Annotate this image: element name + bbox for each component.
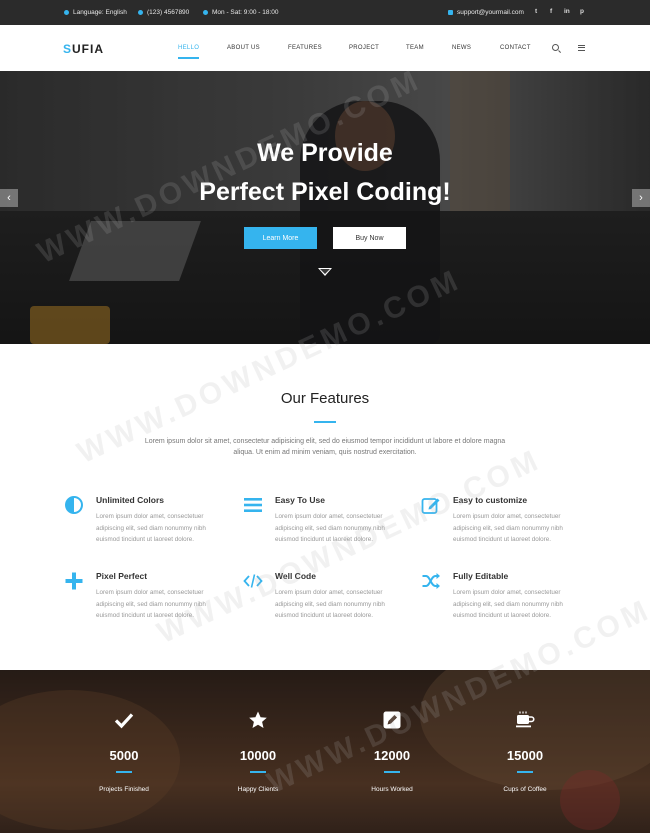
- search-icon[interactable]: [552, 44, 559, 51]
- plus-icon: [65, 572, 83, 590]
- nav-item-hello[interactable]: HELLO: [178, 45, 199, 51]
- counter-value: 5000: [109, 748, 139, 763]
- features-intro: Lorem ipsum dolor sit amet, consectetur …: [144, 438, 506, 456]
- feature-title: Easy to customize: [453, 495, 528, 505]
- nav-item-contact[interactable]: CONTACT: [500, 45, 531, 51]
- feature-pixel-perfect: Pixel Perfect Lorem ipsum dolor amet, co…: [64, 571, 224, 631]
- counter-label: Cups of Coffee: [503, 786, 547, 793]
- language-selector[interactable]: Language: English: [64, 9, 127, 16]
- facebook-icon[interactable]: f: [550, 8, 552, 15]
- language-label: Language: English: [73, 9, 127, 16]
- counter-projects-finished: 5000 Projects Finished: [64, 670, 184, 833]
- features-title: Our Features: [280, 390, 370, 407]
- counter-underline: [517, 771, 533, 773]
- hero-slider: We Provide Perfect Pixel Coding! Learn M…: [0, 71, 650, 344]
- nav-item-features[interactable]: FEATURES: [288, 45, 322, 51]
- feature-description: Lorem ipsum dolor amet, consectetuer adi…: [453, 589, 563, 619]
- counter-value: 15000: [506, 748, 544, 763]
- hamburger-menu-icon[interactable]: [578, 45, 585, 51]
- menu-lines-icon: [244, 498, 262, 512]
- top-bar: Language: English (123) 4567890 Mon - Sa…: [0, 0, 650, 25]
- hours-info: Mon - Sat: 9:00 - 18:00: [203, 9, 278, 16]
- phone-icon: [138, 10, 143, 15]
- learn-more-button[interactable]: Learn More: [244, 227, 317, 249]
- globe-icon: [64, 10, 69, 15]
- phone-number: (123) 4567890: [147, 9, 190, 16]
- feature-title: Pixel Perfect: [96, 571, 148, 581]
- nav-item-project[interactable]: PROJECT: [349, 45, 379, 51]
- feature-description: Lorem ipsum dolor amet, consectetuer adi…: [96, 513, 206, 543]
- star-icon: [249, 711, 267, 728]
- counter-happy-clients: 10000 Happy Clients: [198, 670, 318, 833]
- clock-icon: [203, 10, 208, 15]
- feature-description: Lorem ipsum dolor amet, consectetuer adi…: [453, 513, 563, 543]
- email-link[interactable]: support@yourmail.com: [448, 9, 524, 16]
- counter-underline: [250, 771, 266, 773]
- check-icon: [114, 713, 134, 729]
- counter-label: Hours Worked: [371, 786, 413, 793]
- counter-value: 10000: [239, 748, 277, 763]
- email-address: support@yourmail.com: [457, 9, 524, 16]
- feature-title: Well Code: [275, 571, 316, 581]
- feature-title: Unlimited Colors: [96, 495, 165, 505]
- active-nav-indicator: [178, 57, 199, 59]
- logo-accent: S: [63, 42, 73, 56]
- site-logo[interactable]: SUFIA: [63, 42, 104, 56]
- edit-icon: [421, 498, 440, 514]
- feature-title: Easy To Use: [275, 495, 325, 505]
- phone-info: (123) 4567890: [138, 9, 189, 16]
- twitter-icon[interactable]: t: [535, 8, 537, 15]
- feature-description: Lorem ipsum dolor amet, consectetuer adi…: [275, 513, 385, 543]
- feature-description: Lorem ipsum dolor amet, consectetuer adi…: [275, 589, 385, 619]
- contrast-icon: [65, 496, 83, 514]
- feature-easy-to-use: Easy To Use Lorem ipsum dolor amet, cons…: [243, 495, 403, 555]
- feature-unlimited-colors: Unlimited Colors Lorem ipsum dolor amet,…: [64, 495, 224, 555]
- counter-cups-of-coffee: 15000 Cups of Coffee: [465, 670, 585, 833]
- buy-now-button[interactable]: Buy Now: [333, 227, 406, 249]
- hero-overlay: [0, 71, 650, 344]
- coffee-icon: [516, 711, 535, 728]
- nav-item-news[interactable]: NEWS: [452, 45, 471, 51]
- nav-item-team[interactable]: TEAM: [406, 45, 424, 51]
- counter-label: Projects Finished: [99, 786, 149, 793]
- opening-hours: Mon - Sat: 9:00 - 18:00: [212, 9, 279, 16]
- nav-item-about-us[interactable]: ABOUT US: [227, 45, 260, 51]
- envelope-icon: [448, 10, 453, 15]
- slider-next-button[interactable]: ›: [632, 189, 650, 207]
- hero-title-line-2: Perfect Pixel Coding!: [199, 178, 451, 206]
- counter-value: 12000: [373, 748, 411, 763]
- pencil-icon: [383, 711, 401, 729]
- counters-section: 5000 Projects Finished 10000 Happy Clien…: [0, 670, 650, 833]
- code-icon: [243, 574, 263, 588]
- counter-hours-worked: 12000 Hours Worked: [332, 670, 452, 833]
- feature-easy-to-customize: Easy to customize Lorem ipsum dolor amet…: [421, 495, 581, 555]
- counter-label: Happy Clients: [237, 786, 279, 793]
- shuffle-icon: [422, 573, 440, 589]
- counter-underline: [384, 771, 400, 773]
- slider-prev-button[interactable]: ‹: [0, 189, 18, 207]
- features-title-underline: [314, 421, 336, 423]
- hero-title-line-1: We Provide: [257, 139, 393, 167]
- linkedin-icon[interactable]: in: [564, 8, 570, 15]
- scroll-down-icon[interactable]: [318, 268, 332, 276]
- logo-text: UFIA: [72, 42, 105, 56]
- pinterest-icon[interactable]: p: [580, 8, 584, 15]
- main-navigation: SUFIA HELLO ABOUT US FEATURES PROJECT TE…: [0, 25, 650, 71]
- feature-fully-editable: Fully Editable Lorem ipsum dolor amet, c…: [421, 571, 581, 631]
- feature-title: Fully Editable: [453, 571, 509, 581]
- feature-description: Lorem ipsum dolor amet, consectetuer adi…: [96, 589, 206, 619]
- counter-underline: [116, 771, 132, 773]
- feature-well-code: Well Code Lorem ipsum dolor amet, consec…: [243, 571, 403, 631]
